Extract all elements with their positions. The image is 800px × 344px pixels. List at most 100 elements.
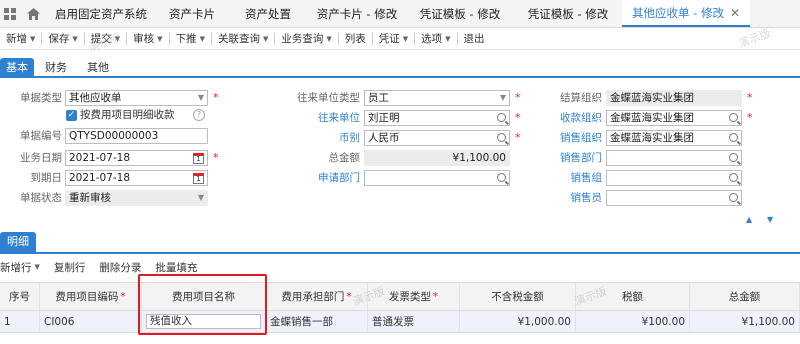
sales-dept-label[interactable]: 销售部门 <box>530 150 602 166</box>
currency-label[interactable]: 币别 <box>270 130 360 146</box>
col-total[interactable]: 总金额 <box>690 283 800 310</box>
due-date-label: 到期日 <box>30 172 63 184</box>
tab-voucher-template-edit-2[interactable]: 凭证模板 - 修改 <box>514 0 622 27</box>
by-expense-checkbox[interactable]: ✓ <box>66 110 77 121</box>
chevron-down-icon: ▼ <box>262 34 269 43</box>
salesman-input[interactable] <box>606 190 742 206</box>
receive-org-label[interactable]: 收款组织 <box>530 110 602 126</box>
by-expense-label: 按费用项目明细收款 <box>80 109 175 121</box>
search-icon[interactable] <box>729 133 738 142</box>
detail-divider <box>0 252 800 254</box>
submit-button[interactable]: 提交 ▼ <box>85 31 126 46</box>
cell-net-amount[interactable]: ¥1,000.00 <box>460 311 576 332</box>
add-row-button[interactable]: 新增行 ▼ <box>0 260 47 275</box>
search-icon[interactable] <box>497 133 506 142</box>
tab-fixed-asset-system[interactable]: 启用固定资产系统 <box>46 0 156 27</box>
chevron-down-icon: ▼ <box>199 34 205 43</box>
related-query-button[interactable]: 关联查询 ▼ <box>212 31 274 46</box>
required-mark: * <box>747 111 753 124</box>
copy-row-button[interactable]: 复制行 <box>47 260 93 275</box>
settle-org-value: 金蝶蓝海实业集团 <box>606 90 742 106</box>
menu-grid-icon[interactable] <box>0 0 20 27</box>
tab-asset-disposal[interactable]: 资产处置 <box>228 0 308 27</box>
chevron-down-icon: ▼ <box>326 34 332 43</box>
receive-org-input[interactable]: 金蝶蓝海实业集团 <box>606 110 742 126</box>
delete-entry-button[interactable]: 删除分录 <box>92 260 148 275</box>
salesman-label[interactable]: 销售员 <box>530 190 603 206</box>
cell-bearing-dept[interactable]: 金蝶销售一部 <box>266 311 368 332</box>
total-amount: ¥1,100.00 <box>364 150 510 166</box>
chevron-down-icon: ▼ <box>34 263 40 271</box>
calendar-icon[interactable]: 1 <box>193 173 204 184</box>
due-date-input[interactable]: 2021-07-18 1 <box>65 170 208 186</box>
currency-input[interactable]: 人民币 <box>364 130 510 146</box>
calendar-icon[interactable]: 1 <box>193 153 204 164</box>
help-icon[interactable]: ? <box>193 109 205 121</box>
tab-other[interactable]: 其他 <box>78 58 118 76</box>
col-net-amount[interactable]: 不含税金额 <box>460 283 576 310</box>
sales-group-input[interactable] <box>606 170 742 186</box>
required-mark: * <box>213 151 219 164</box>
tab-detail[interactable]: 明细 <box>0 232 36 252</box>
required-mark: * <box>515 131 521 144</box>
apply-dept-label[interactable]: 申请部门 <box>270 170 360 186</box>
tab-basic[interactable]: 基本 <box>0 58 34 76</box>
new-button[interactable]: 新增 ▼ <box>0 31 41 46</box>
search-icon[interactable] <box>729 153 738 162</box>
status-select: 重新审核 ▼ <box>65 190 208 206</box>
sales-org-input[interactable]: 金蝶蓝海实业集团 <box>606 130 742 146</box>
bill-no-input[interactable]: QTYSD00000003 <box>65 128 208 144</box>
collapse-up-icon[interactable]: ▲ <box>746 215 752 224</box>
chevron-down-icon: ▼ <box>402 34 409 43</box>
tab-finance[interactable]: 财务 <box>34 58 78 76</box>
status-label: 单据状态 <box>20 192 62 204</box>
search-icon[interactable] <box>729 113 738 122</box>
push-down-button[interactable]: 下推 ▼ <box>170 31 211 46</box>
search-icon[interactable] <box>497 113 506 122</box>
cell-tax[interactable]: ¥100.00 <box>576 311 690 332</box>
chevron-down-icon: ▼ <box>445 34 451 43</box>
sales-org-label[interactable]: 销售组织 <box>530 130 602 146</box>
voucher-button[interactable]: 凭证 ▼ <box>373 31 414 46</box>
total-label: 总金额 <box>328 152 361 164</box>
bill-type-select[interactable]: 其他应收单 ▼ <box>65 90 208 106</box>
audit-button[interactable]: 审核 ▼ <box>127 31 168 46</box>
chevron-down-icon: ▼ <box>157 34 163 43</box>
tab-other-receivable-edit[interactable]: 其他应收单 - 修改 ✕ <box>622 0 750 27</box>
cell-total[interactable]: ¥1,100.00 <box>690 311 800 332</box>
home-icon[interactable] <box>20 0 46 27</box>
batch-fill-button[interactable]: 批量填充 <box>148 260 204 275</box>
sales-group-label[interactable]: 销售组 <box>530 170 603 186</box>
tab-voucher-template-edit-1[interactable]: 凭证模板 - 修改 <box>406 0 514 27</box>
col-tax[interactable]: 税额 <box>576 283 690 310</box>
exit-button[interactable]: 退出 <box>458 31 491 46</box>
apply-dept-input[interactable] <box>364 170 510 186</box>
col-expense-code[interactable]: 费用项目编码 * <box>40 283 142 310</box>
col-bearing-dept[interactable]: 费用承担部门 * <box>266 283 368 310</box>
cell-expense-code[interactable]: CI006 <box>40 311 142 332</box>
contact-type-select[interactable]: 员工 ▼ <box>364 90 510 106</box>
chevron-down-icon: ▼ <box>499 93 506 102</box>
contact-label[interactable]: 往来单位 <box>270 110 360 126</box>
biz-date-input[interactable]: 2021-07-18 1 <box>65 150 208 166</box>
detail-grid: 序号 费用项目编码 * 费用项目名称 费用承担部门 * 发票类型 * 不含税金额 税额… <box>0 282 800 334</box>
tab-asset-card[interactable]: 资产卡片 <box>156 0 228 27</box>
cell-invoice-type[interactable]: 普通发票 <box>368 311 460 332</box>
sales-dept-input[interactable] <box>606 150 742 166</box>
contact-input[interactable]: 刘正明 <box>364 110 510 126</box>
tab-asset-card-edit[interactable]: 资产卡片 - 修改 <box>308 0 406 27</box>
expand-down-icon[interactable]: ▼ <box>767 215 773 224</box>
search-icon[interactable] <box>729 193 738 202</box>
search-icon[interactable] <box>497 173 506 182</box>
business-query-button[interactable]: 业务查询 ▼ <box>275 31 337 46</box>
search-icon[interactable] <box>729 173 738 182</box>
save-button[interactable]: 保存 ▼ <box>42 31 83 46</box>
settle-org-label: 结算组织 <box>560 92 602 104</box>
col-seq[interactable]: 序号 <box>0 283 40 310</box>
table-row[interactable]: 1 CI006 残值收入 金蝶销售一部 普通发票 ¥1,000.00 ¥100.… <box>0 311 800 333</box>
list-button[interactable]: 列表 <box>339 31 372 46</box>
col-invoice-type[interactable]: 发票类型 * <box>368 283 460 310</box>
options-button[interactable]: 选项 ▼ <box>415 31 456 46</box>
main-toolbar: 新增 ▼ 保存 ▼ 提交 ▼ 审核 ▼ 下推 ▼ 关联查询 ▼ 业务查询 ▼ 列表 凭证 ▼ 选… <box>0 28 800 50</box>
close-icon[interactable]: ✕ <box>730 6 740 20</box>
